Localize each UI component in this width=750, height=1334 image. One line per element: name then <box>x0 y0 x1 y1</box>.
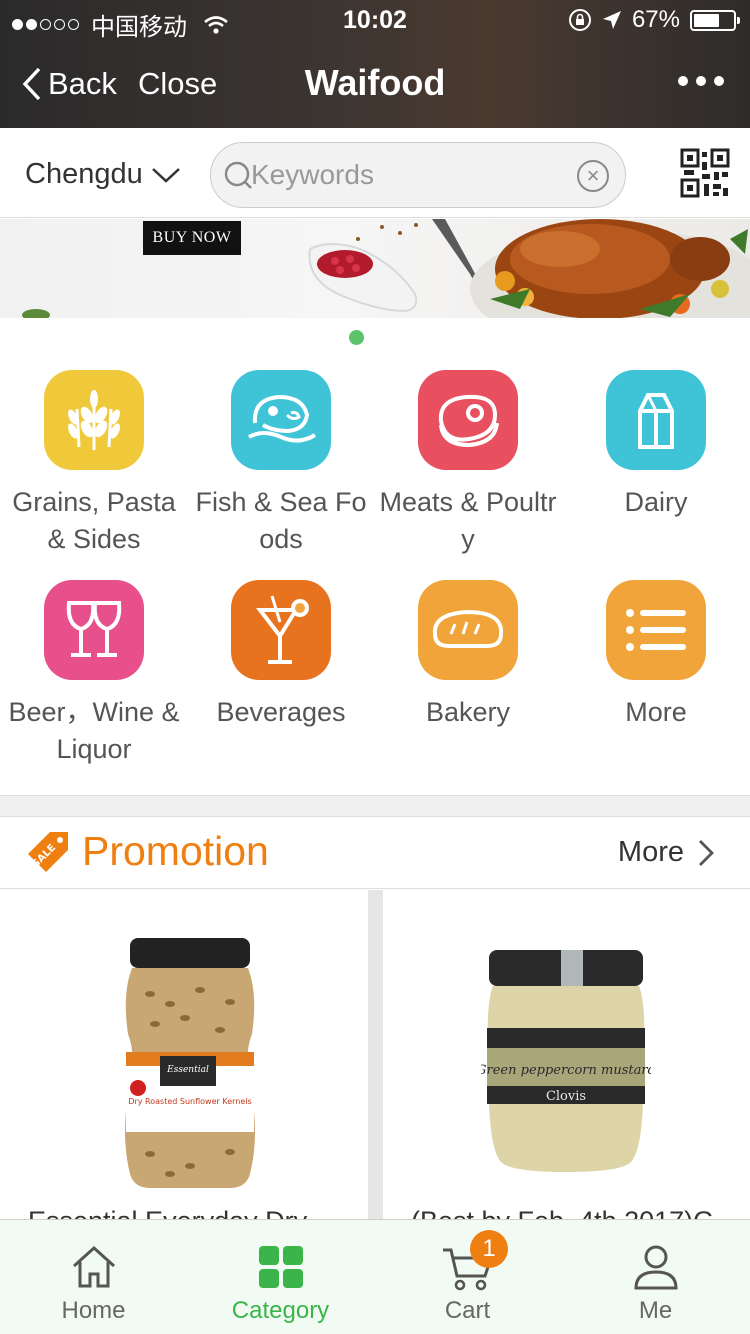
bread-icon <box>418 580 518 680</box>
category-meats[interactable]: Meats & Poultr y <box>374 370 562 558</box>
wheat-icon <box>44 370 144 470</box>
buy-now-label: BUY NOW <box>143 221 241 255</box>
cocktail-icon <box>231 580 331 680</box>
jar-label-text: Green peppercorn mustard <box>481 1063 651 1078</box>
banner-food-image <box>22 219 750 318</box>
clear-search-button[interactable]: × <box>577 160 609 192</box>
category-label: Bakery <box>425 697 511 727</box>
category-label: Beverages <box>216 697 346 727</box>
tab-home[interactable]: Home <box>0 1220 187 1334</box>
carousel-indicator <box>349 330 364 345</box>
search-row: Chengdu × <box>0 128 750 218</box>
dot-icon <box>696 76 706 86</box>
search-box: × <box>210 142 626 208</box>
page-title: Waifood <box>304 62 446 103</box>
category-label: More <box>625 697 687 727</box>
meat-icon <box>418 370 518 470</box>
status-bar: 中国移动 10:02 67% <box>0 0 750 41</box>
milk-carton-icon <box>606 370 706 470</box>
tab-me[interactable]: Me <box>562 1220 749 1334</box>
city-label: Chengdu <box>25 158 143 190</box>
section-divider <box>0 795 750 817</box>
more-menu-button[interactable] <box>678 76 724 86</box>
jar-label-text: Dry Roasted Sunflower Kernels <box>128 1097 251 1106</box>
jar-brand-text: Clovis <box>546 1089 586 1104</box>
category-grid-icon <box>258 1246 303 1288</box>
city-selector[interactable]: Chengdu <box>25 158 181 191</box>
cart-badge: 1 <box>470 1230 508 1268</box>
chevron-down-icon <box>151 167 180 183</box>
category-label: Dairy <box>624 487 688 517</box>
home-icon <box>72 1245 115 1288</box>
status-right: 67% <box>568 6 740 34</box>
product-card[interactable]: Essential Dry Roasted Sunflower Kernels … <box>0 890 368 1220</box>
search-icon <box>224 161 252 189</box>
category-more[interactable]: More <box>562 580 750 731</box>
dot-icon <box>678 76 688 86</box>
location-arrow-icon <box>602 11 621 29</box>
product-list: Essential Dry Roasted Sunflower Kernels … <box>0 890 750 1220</box>
mustard-jar-image: Green peppercorn mustard Clovis <box>481 950 651 1172</box>
top-bar: 中国移动 10:02 67% Back Close Waifood <box>0 0 750 128</box>
tab-label: Me <box>638 1297 673 1324</box>
category-label: Beer，Wine & Liquor <box>8 697 180 764</box>
category-beverages[interactable]: Beverages <box>187 580 375 731</box>
category-bakery[interactable]: Bakery <box>374 580 562 731</box>
chevron-right-icon <box>699 839 714 866</box>
qr-code-icon[interactable] <box>680 148 730 198</box>
category-label: Meats & Poultr y <box>379 487 557 554</box>
fish-icon <box>231 370 331 470</box>
user-icon <box>633 1245 678 1290</box>
battery-icon <box>690 9 740 31</box>
list-icon <box>606 580 706 680</box>
product-name: (Best by Feb. 4th 2017)G <box>411 1206 714 1220</box>
tab-cart[interactable]: Cart <box>374 1220 561 1334</box>
product-divider <box>368 890 383 1220</box>
category-fish[interactable]: Fish & Sea Fo ods <box>187 370 375 558</box>
sunflower-kernels-jar-image: Essential Dry Roasted Sunflower Kernels <box>125 938 255 1188</box>
product-card[interactable]: Green peppercorn mustard Clovis (Best by… <box>383 890 750 1220</box>
category-dairy[interactable]: Dairy <box>562 370 750 521</box>
promo-banner[interactable]: BUY NOW <box>0 219 750 318</box>
category-label: Grains, Pasta & Sides <box>12 487 176 554</box>
tab-category[interactable]: Category <box>187 1220 374 1334</box>
dot-icon <box>714 76 724 86</box>
battery-level <box>694 13 719 27</box>
category-grains[interactable]: Grains, Pasta & Sides <box>0 370 188 558</box>
sale-tag-icon: SALE <box>28 832 68 872</box>
wine-glasses-icon <box>44 580 144 680</box>
promotion-header: SALE Promotion More <box>0 818 750 889</box>
promotion-more-label: More <box>617 836 684 868</box>
battery-percent: 67% <box>631 6 680 33</box>
promotion-title: Promotion <box>82 828 269 874</box>
search-input[interactable] <box>251 155 571 195</box>
tab-bar: Home Category Cart 1 Me <box>0 1219 750 1334</box>
tab-label: Category <box>231 1297 330 1324</box>
tab-label: Cart <box>444 1297 491 1324</box>
promotion-more-link[interactable]: More <box>618 836 714 869</box>
orientation-lock-icon <box>568 9 591 31</box>
product-name: Essential Everyday Dry <box>28 1206 307 1220</box>
jar-brand-text: Essential <box>166 1065 209 1075</box>
tab-label: Home <box>61 1297 126 1324</box>
category-label: Fish & Sea Fo ods <box>195 487 367 554</box>
category-beer-wine[interactable]: Beer，Wine & Liquor <box>0 580 188 768</box>
nav-bar: Back Close Waifood <box>0 44 750 128</box>
